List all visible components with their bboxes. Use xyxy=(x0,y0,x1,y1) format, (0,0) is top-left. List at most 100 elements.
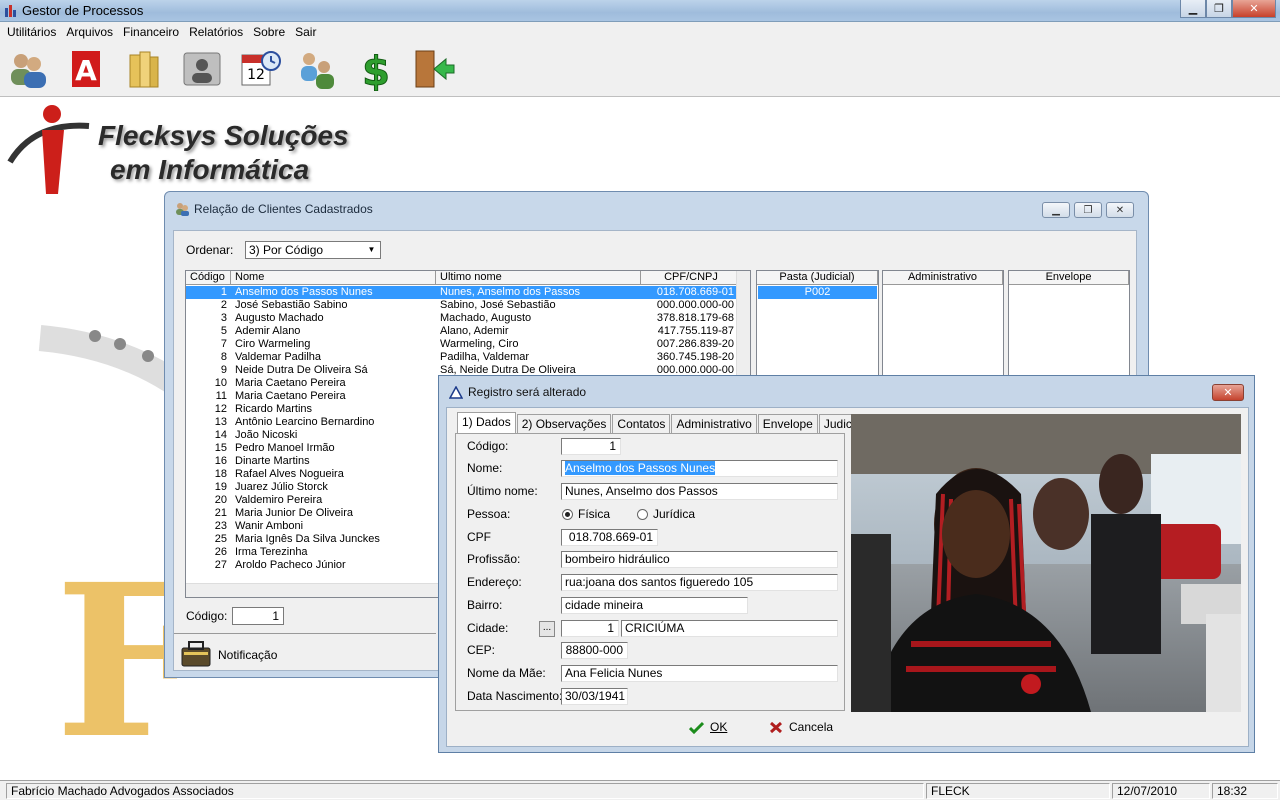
status-user: FLECK xyxy=(926,783,1110,799)
ultimo-nome-field[interactable]: Nunes, Anselmo dos Passos xyxy=(561,483,838,500)
nome-field[interactable]: Anselmo dos Passos Nunes xyxy=(561,460,838,477)
codigo-field[interactable]: 1 xyxy=(561,438,621,455)
nome-mae-field[interactable]: Ana Felicia Nunes xyxy=(561,665,838,682)
menu-item-1[interactable]: Arquivos xyxy=(61,25,118,39)
cep-label: CEP: xyxy=(467,643,496,657)
table-cell: 7 xyxy=(220,338,227,350)
column-header[interactable]: CPF/CNPJ xyxy=(641,271,738,285)
table-cell: Antônio Learcino Bernardino xyxy=(235,416,375,428)
order-select[interactable]: 3) Por Código ▼ xyxy=(245,241,381,259)
tab-observacoes[interactable]: 2) Observações xyxy=(516,414,612,434)
table-cell: Irma Terezinha xyxy=(235,546,308,558)
table-cell: Aroldo Pacheco Júnior xyxy=(235,559,346,571)
maximize-button[interactable]: ❐ xyxy=(1074,202,1102,218)
notification-label[interactable]: Notificação xyxy=(218,648,277,662)
table-cell: Juarez Júlio Storck xyxy=(235,481,328,493)
table-row[interactable]: 1 Anselmo dos Passos Nunes Nunes, Anselmo … xyxy=(186,286,738,299)
tab-contatos[interactable]: Contatos xyxy=(612,414,671,434)
table-cell: Warmeling, Ciro xyxy=(440,338,519,350)
minimize-button[interactable]: ▁ xyxy=(1180,0,1206,18)
column-header[interactable]: Nome xyxy=(231,271,436,285)
dados-panel: Código: 1 Nome: Anselmo dos Passos Nunes… xyxy=(455,433,845,711)
table-cell: 20 xyxy=(214,494,227,506)
data-nascimento-field[interactable]: 30/03/1941 xyxy=(561,688,628,705)
tab-envelope[interactable]: Envelope xyxy=(757,414,818,434)
edit-record-dialog: Registro será alterado ✕ 1) Dados 2) Obs… xyxy=(438,375,1255,753)
contact-card-button[interactable] xyxy=(178,45,226,93)
table-row[interactable]: 5 Ademir Alano Alano, Ademir 417.755.119-87 xyxy=(186,325,738,338)
calendar-button[interactable]: 12 xyxy=(236,45,284,93)
table-row[interactable]: 7 Ciro Warmeling Warmeling, Ciro 007.286.83… xyxy=(186,338,738,351)
close-button[interactable]: ✕ xyxy=(1106,202,1134,218)
table-cell: 27 xyxy=(214,559,227,571)
chevron-down-icon[interactable]: ▼ xyxy=(365,243,378,257)
table-row[interactable]: 2 José Sebastião Sabino Sabino, José Sebas… xyxy=(186,299,738,312)
tab-administrativo[interactable]: Administrativo xyxy=(671,414,757,434)
clients-button[interactable] xyxy=(4,45,52,93)
folders-button[interactable] xyxy=(120,45,168,93)
pessoa-juridica-radio[interactable]: Jurídica xyxy=(637,507,695,521)
users-icon xyxy=(301,52,334,89)
column-header[interactable]: Administrativo xyxy=(883,271,1003,285)
endereco-field[interactable]: rua:joana dos santos figueredo 105 xyxy=(561,574,838,591)
finance-button[interactable]: $ xyxy=(352,45,400,93)
table-cell: Nunes, Anselmo dos Passos xyxy=(440,286,581,298)
svg-text:$: $ xyxy=(362,49,390,91)
table-cell: Wanir Amboni xyxy=(235,520,304,532)
column-header[interactable]: Envelope xyxy=(1009,271,1129,285)
users-button[interactable] xyxy=(294,45,342,93)
column-header[interactable]: Pasta (Judicial) xyxy=(757,271,878,285)
menu-item-0[interactable]: Utilitários xyxy=(2,25,61,39)
table-cell: 10 xyxy=(214,377,227,389)
acrobat-button[interactable]: A xyxy=(62,45,110,93)
table-row[interactable]: 8 Valdemar Padilha Padilha, Valdemar 360.74… xyxy=(186,351,738,364)
nome-label: Nome: xyxy=(467,461,503,475)
pessoa-fisica-radio[interactable]: Física xyxy=(562,507,610,521)
code-label: Código: xyxy=(186,609,228,623)
exit-button[interactable] xyxy=(410,45,458,93)
status-time: 18:32 xyxy=(1212,783,1278,799)
table-cell: Maria Caetano Pereira xyxy=(235,377,346,389)
cancel-button[interactable]: Cancela xyxy=(769,720,833,734)
bairro-field[interactable]: cidade mineira xyxy=(561,597,748,614)
table-cell: José Sebastião Sabino xyxy=(235,299,348,311)
cidade-lookup-button[interactable]: ... xyxy=(539,621,555,637)
cep-field[interactable]: 88800-000 xyxy=(561,642,628,659)
cpf-field[interactable]: 018.708.669-01 xyxy=(561,529,658,546)
close-button[interactable]: ✕ xyxy=(1212,384,1244,401)
clients-window-title: Relação de Clientes Cadastrados xyxy=(175,202,373,216)
cidade-code-field[interactable]: 1 xyxy=(561,620,619,637)
table-cell: João Nicoski xyxy=(235,429,298,441)
checkmark-icon xyxy=(689,721,704,734)
menu-item-3[interactable]: Relatórios xyxy=(184,25,248,39)
table-row[interactable]: 3 Augusto Machado Machado, Augusto 378.818.… xyxy=(186,312,738,325)
dollar-icon: $ xyxy=(362,48,391,91)
contact-card-icon xyxy=(183,52,221,85)
company-logo-mark xyxy=(7,105,90,194)
menu-item-2[interactable]: Financeiro xyxy=(118,25,184,39)
pasta-cell[interactable]: P002 xyxy=(758,286,877,299)
column-header[interactable]: Código xyxy=(186,271,231,285)
table-cell: 5 xyxy=(220,325,227,337)
code-input[interactable]: 1 xyxy=(232,607,284,625)
svg-text:12: 12 xyxy=(247,67,265,83)
minimize-button[interactable]: ▁ xyxy=(1042,202,1070,218)
table-cell: Valdemar Padilha xyxy=(235,351,322,363)
tab-dados[interactable]: 1) Dados xyxy=(457,412,516,434)
ok-button[interactable]: OK xyxy=(689,720,727,734)
menu-item-4[interactable]: Sobre xyxy=(248,25,290,39)
toolbox-icon[interactable] xyxy=(180,638,212,668)
table-cell: 19 xyxy=(214,481,227,493)
column-header[interactable]: Ultimo nome xyxy=(436,271,641,285)
toolbar: A 12 $ xyxy=(0,41,1280,97)
cidade-field[interactable]: CRICIÚMA xyxy=(621,620,838,637)
table-cell: Ricardo Martins xyxy=(235,403,313,415)
tab-strip: 1) Dados 2) Observações Contatos Adminis… xyxy=(457,412,870,434)
maximize-button[interactable]: ❐ xyxy=(1206,0,1232,18)
cpf-label: CPF xyxy=(467,530,491,544)
profissao-field[interactable]: bombeiro hidráulico xyxy=(561,551,838,568)
close-button[interactable]: ✕ xyxy=(1232,0,1276,18)
table-cell: Sabino, José Sebastião xyxy=(440,299,556,311)
table-cell: 9 xyxy=(220,364,227,376)
menu-item-5[interactable]: Sair xyxy=(290,25,321,39)
